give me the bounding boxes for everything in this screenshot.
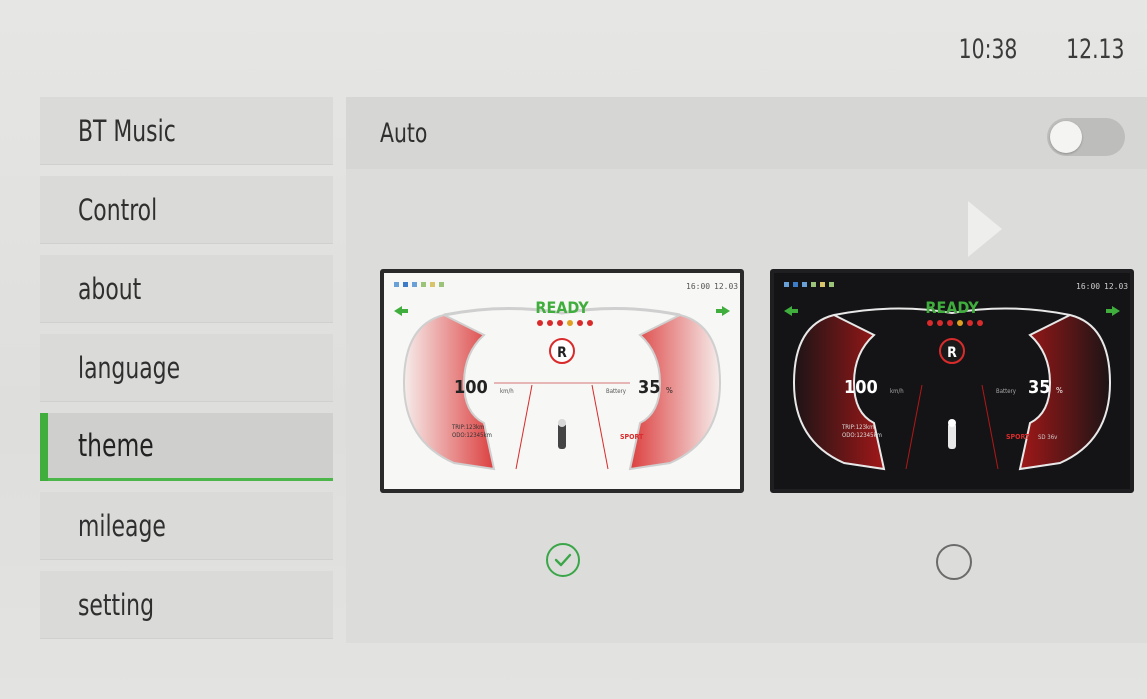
speed-value: 100 [454, 377, 488, 398]
trip-readout: TRIP:123km [451, 424, 484, 431]
turn-right-icon [1112, 306, 1120, 316]
ride-mode: SPORT [1006, 433, 1030, 441]
gear-letter: R [947, 345, 957, 361]
ride-mode: SPORT [620, 433, 644, 441]
battery-unit: % [1056, 386, 1063, 395]
battery-label: Battery [996, 388, 1017, 395]
turn-left-icon [784, 306, 792, 316]
sidebar-menu: BT Music Control about language theme mi… [40, 97, 333, 639]
warning-icons [537, 320, 593, 326]
dark-dashboard-preview: 16:00 12.03 READY R 100 km/h Battery 35 … [784, 282, 1128, 471]
speed-unit: km/h [890, 388, 904, 395]
status-icons [784, 282, 834, 287]
sidebar-item-label: mileage [78, 508, 166, 543]
sidebar-item-label: language [78, 350, 181, 385]
battery-label: Battery [606, 388, 627, 395]
auto-theme-label: Auto [380, 117, 428, 149]
sidebar-item-setting[interactable]: setting [40, 571, 333, 639]
sidebar-item-label: BT Music [78, 113, 176, 148]
battery-value: 35 [1028, 377, 1051, 398]
sidebar-item-label: setting [78, 587, 154, 622]
motorcycle-icon [558, 419, 566, 449]
preview-time: 16:00 [686, 282, 710, 291]
theme-preview-dark[interactable]: 16:00 12.03 READY R 100 km/h Battery 35 … [770, 269, 1134, 493]
light-dashboard-preview: 16:00 12.03 READY R 100 km/h Battery 35 … [394, 282, 738, 471]
play-arrow-icon [968, 201, 1002, 257]
clock-time: 10:38 [959, 34, 1018, 65]
ride-mode-extra: SD 36v [1038, 434, 1058, 441]
turn-left-icon [394, 306, 402, 316]
speed-value: 100 [844, 377, 878, 398]
preview-date: 12.03 [1104, 282, 1128, 291]
theme-preview-light[interactable]: 16:00 12.03 READY R 100 km/h Battery 35 … [380, 269, 744, 493]
preview-time: 16:00 [1076, 282, 1100, 291]
ready-indicator: READY [925, 298, 979, 317]
theme-dark-radio[interactable] [936, 544, 972, 580]
sidebar-item-language[interactable]: language [40, 334, 333, 402]
motorcycle-icon [948, 419, 956, 449]
clock-date: 12.13 [1066, 34, 1125, 65]
turn-right-icon [722, 306, 730, 316]
gear-letter: R [557, 345, 567, 361]
sidebar-item-bt-music[interactable]: BT Music [40, 97, 333, 165]
sidebar-item-label: theme [78, 427, 154, 464]
theme-light-radio[interactable] [546, 543, 580, 577]
auto-theme-row: Auto [346, 97, 1147, 169]
sidebar-item-about[interactable]: about [40, 255, 333, 323]
warning-icons [927, 320, 983, 326]
screen: 10:38 12.13 BT Music Control about langu… [0, 0, 1147, 699]
sidebar-item-mileage[interactable]: mileage [40, 492, 333, 560]
sidebar-item-label: about [78, 271, 142, 306]
preview-date: 12.03 [714, 282, 738, 291]
trip-readout: TRIP:123km [841, 424, 874, 431]
status-bar: 10:38 12.13 [959, 34, 1125, 65]
battery-value: 35 [638, 377, 661, 398]
theme-panel: Auto 16:00 12.03 READY R 100 km/h Batter… [346, 97, 1147, 643]
speed-unit: km/h [500, 388, 514, 395]
odo-readout: ODO:12345km [452, 432, 492, 439]
auto-theme-toggle[interactable] [1047, 118, 1125, 156]
odo-readout: ODO:12345km [842, 432, 882, 439]
battery-unit: % [666, 386, 673, 395]
sidebar-item-control[interactable]: Control [40, 176, 333, 244]
ready-indicator: READY [535, 298, 589, 317]
status-icons [394, 282, 444, 287]
checkmark-icon [554, 553, 572, 567]
sidebar-item-theme[interactable]: theme [40, 413, 333, 481]
toggle-knob [1050, 121, 1082, 153]
sidebar-item-label: Control [78, 192, 158, 227]
